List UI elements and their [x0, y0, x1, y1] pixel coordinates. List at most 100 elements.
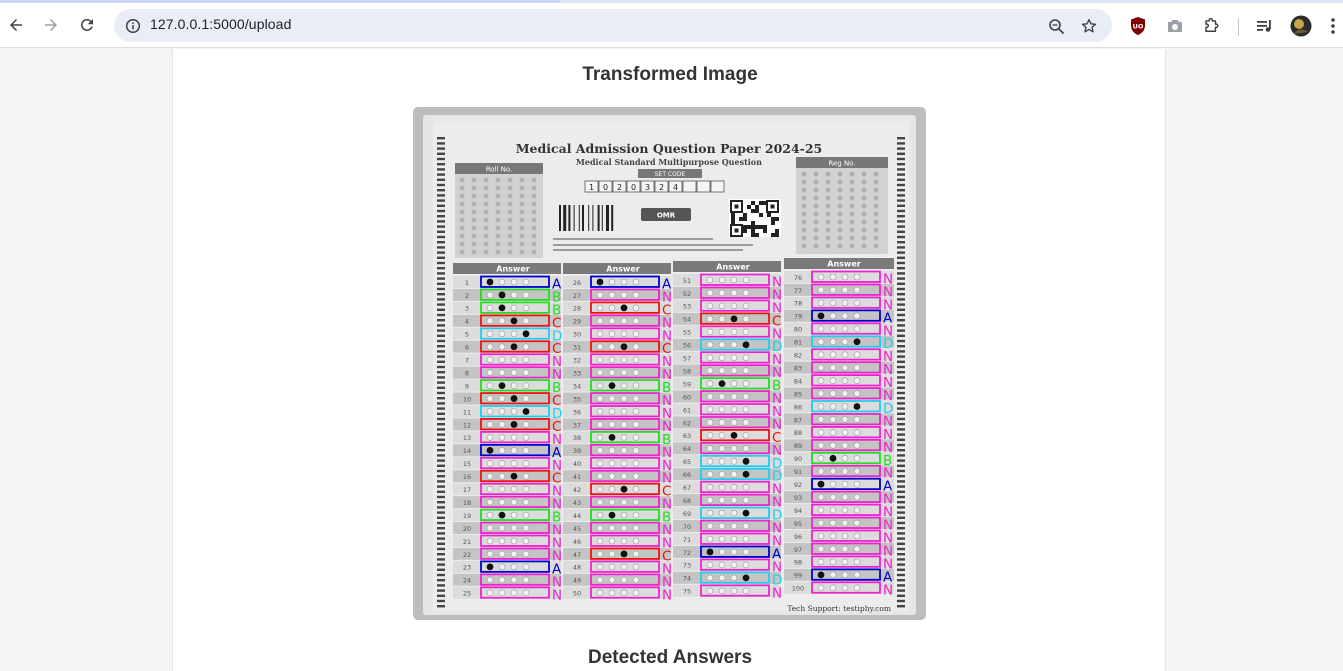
timing-mark [437, 168, 445, 171]
timing-mark [437, 568, 445, 571]
empty-bubble [620, 330, 628, 338]
timing-mark [897, 334, 905, 337]
empty-bubble [718, 522, 726, 530]
grid-bubble [471, 217, 477, 223]
empty-bubble [608, 291, 616, 299]
empty-bubble [620, 356, 628, 363]
grid-bubble [849, 243, 855, 249]
question-number: 84 [794, 377, 802, 385]
timing-mark [437, 438, 445, 441]
set-code-digit: 3 [645, 183, 650, 192]
star-icon[interactable] [1079, 16, 1099, 36]
grid-bubble [507, 193, 513, 199]
filled-bubble [620, 485, 628, 493]
grid-bubble [495, 177, 501, 183]
empty-bubble [510, 589, 518, 597]
question-number: 92 [794, 481, 802, 489]
timing-mark [437, 402, 445, 405]
empty-bubble [742, 535, 750, 543]
empty-bubble [632, 563, 640, 571]
empty-bubble [718, 354, 726, 361]
grid-bubble [873, 203, 879, 209]
empty-bubble [841, 519, 849, 527]
timing-mark [897, 589, 905, 592]
grid-bubble [507, 185, 513, 191]
timing-mark [437, 511, 445, 514]
empty-bubble [486, 472, 494, 480]
zoom-icon[interactable] [1046, 16, 1066, 36]
question-number: 8 [465, 369, 469, 377]
timing-mark [897, 579, 905, 582]
grid-bubble [849, 219, 855, 225]
empty-bubble [620, 524, 628, 532]
site-info-icon[interactable] [122, 15, 143, 36]
empty-bubble [742, 548, 750, 556]
puzzle-icon[interactable] [1200, 15, 1222, 37]
timing-mark [437, 173, 445, 176]
forward-button[interactable] [36, 10, 66, 40]
empty-bubble [829, 312, 837, 320]
qr-module [747, 205, 751, 209]
empty-bubble [817, 532, 825, 540]
grid-bubble [483, 177, 489, 183]
empty-bubble [718, 457, 726, 465]
empty-bubble [742, 393, 750, 400]
kebab-menu-icon[interactable] [1326, 15, 1340, 37]
empty-bubble [730, 380, 738, 387]
grid-bubble [837, 195, 843, 201]
grid-bubble [825, 195, 831, 201]
empty-bubble [853, 493, 861, 501]
empty-bubble [498, 498, 506, 506]
back-button[interactable] [1, 10, 31, 40]
empty-bubble [706, 574, 714, 582]
empty-bubble [841, 273, 849, 281]
grid-bubble [861, 211, 867, 217]
qr-module [775, 217, 779, 221]
camera-icon[interactable] [1164, 15, 1186, 37]
media-control-icon[interactable] [1254, 15, 1276, 37]
timing-mark [897, 371, 905, 374]
grid-bubble [459, 193, 465, 199]
empty-bubble [853, 480, 861, 488]
qr-module [763, 225, 767, 229]
empty-bubble [632, 317, 640, 325]
empty-bubble [853, 377, 861, 384]
empty-bubble [706, 587, 714, 595]
empty-bubble [841, 299, 849, 307]
timing-mark [897, 376, 905, 379]
empty-bubble [632, 485, 640, 493]
empty-bubble [620, 589, 628, 597]
grid-bubble [507, 233, 513, 239]
timing-mark [437, 480, 445, 483]
address-bar[interactable]: 127.0.0.1:5000/upload [114, 9, 1112, 42]
timing-mark [897, 469, 905, 473]
timing-mark [437, 464, 445, 467]
empty-bubble [853, 454, 861, 462]
reload-button[interactable] [72, 10, 102, 40]
qr-module [771, 233, 775, 237]
timing-mark [437, 490, 445, 493]
avatar[interactable] [1290, 15, 1312, 37]
timing-mark [437, 532, 445, 535]
grid-bubble [861, 243, 867, 249]
empty-bubble [730, 328, 738, 336]
grid-bubble [825, 235, 831, 241]
timing-mark [897, 542, 905, 545]
question-number: 61 [683, 406, 691, 414]
timing-mark [897, 137, 905, 140]
grid-bubble [459, 185, 465, 191]
grid-bubble [519, 185, 525, 191]
empty-bubble [596, 589, 604, 597]
empty-bubble [620, 382, 628, 389]
empty-bubble [706, 432, 714, 439]
empty-bubble [718, 561, 726, 569]
empty-bubble [596, 304, 604, 312]
empty-bubble [817, 273, 825, 281]
empty-bubble [522, 278, 530, 286]
url-text[interactable]: 127.0.0.1:5000/upload [150, 16, 291, 32]
ublock-icon[interactable]: UO [1127, 15, 1149, 37]
timing-mark [897, 428, 905, 431]
empty-bubble [596, 447, 604, 454]
empty-bubble [486, 343, 494, 351]
timing-mark [897, 527, 905, 530]
